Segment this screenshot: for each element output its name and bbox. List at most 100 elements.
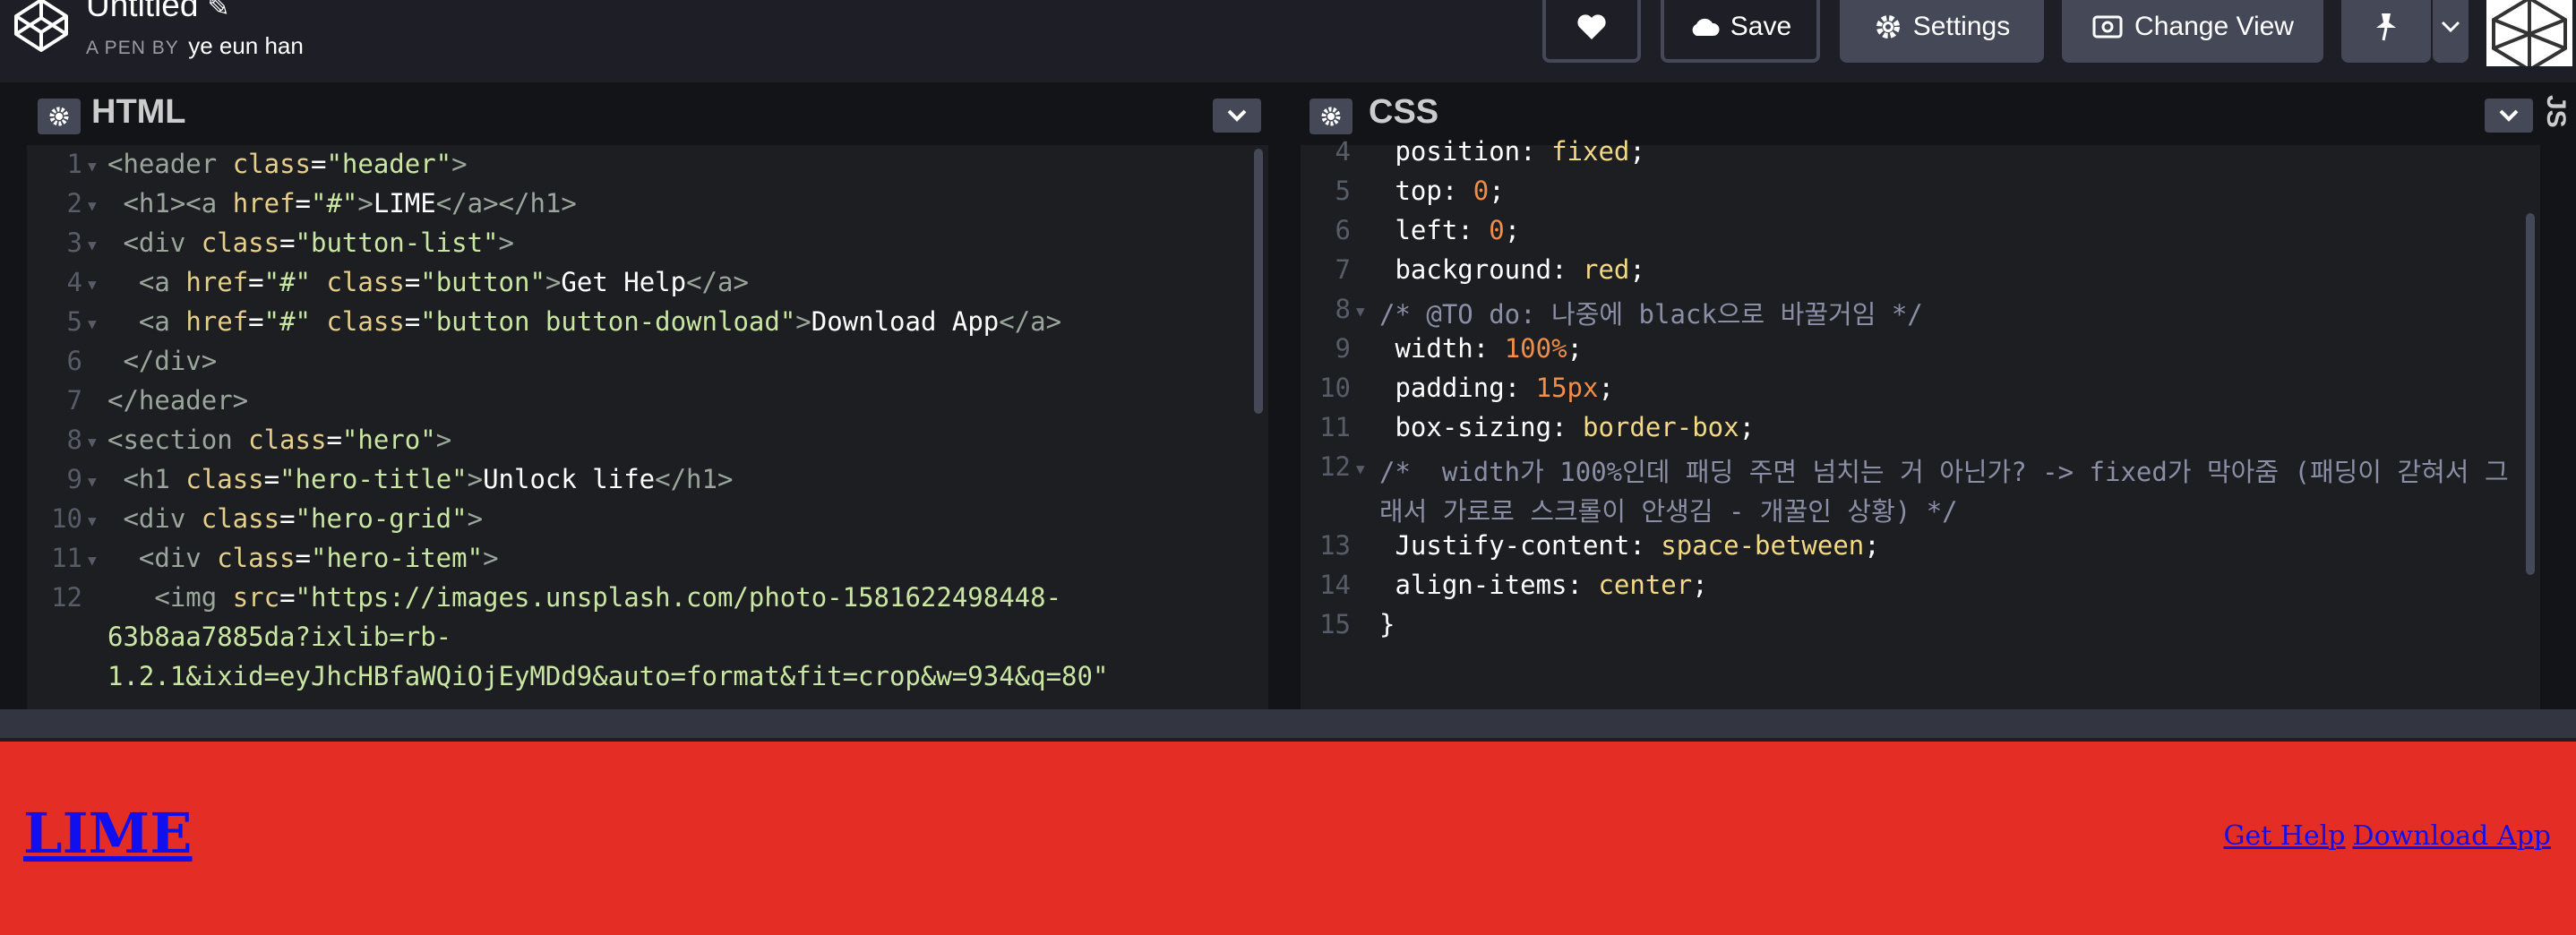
result-preview: LIME Get Help Download App <box>0 742 2576 935</box>
code-token: position <box>1379 136 1521 167</box>
fold-arrow-icon[interactable]: ▼ <box>88 236 97 253</box>
fold-arrow-icon[interactable]: ▼ <box>88 158 97 175</box>
code-token: <a <box>107 267 186 297</box>
code-token: box-sizing <box>1379 412 1552 442</box>
pen-by-label: A PEN BY <box>86 38 179 58</box>
pin-button[interactable] <box>2341 0 2431 63</box>
codepen-logo-icon[interactable] <box>13 0 70 54</box>
code-text: <div class="hero-grid"> <box>107 503 483 534</box>
html-collapse-button[interactable] <box>1213 99 1261 133</box>
resize-divider[interactable] <box>0 709 2576 742</box>
fold-arrow-icon[interactable]: ▼ <box>88 512 97 529</box>
line-number: 13 <box>1319 530 1351 561</box>
fold-arrow-icon[interactable]: ▼ <box>88 197 97 214</box>
more-menu-button[interactable] <box>2433 0 2469 63</box>
fold-arrow-icon[interactable]: ▼ <box>88 552 97 569</box>
settings-button[interactable]: Settings <box>1840 0 2044 63</box>
code-token: 래서 가로로 스크롤이 안생김 - 개꿀인 상황) */ <box>1379 496 1958 527</box>
css-editor-pane: CSS 4 position: fixed; 5 top: 0; 6 left: 0… <box>1301 82 2540 709</box>
code-token: ; <box>1629 254 1645 285</box>
preview-get-help-link[interactable]: Get Help <box>2223 820 2345 852</box>
line-number: 3 <box>66 227 82 258</box>
line-number: 8 <box>66 425 82 455</box>
code-token: ; <box>1567 333 1583 364</box>
line-number: 9 <box>1335 333 1351 364</box>
fold-arrow-icon[interactable]: ▼ <box>88 433 97 450</box>
code-token: space-between <box>1661 530 1865 561</box>
code-text: align-items: center; <box>1379 570 1708 600</box>
code-token: "header" <box>326 149 452 179</box>
fold-arrow-icon[interactable]: ▼ <box>1356 460 1365 477</box>
html-code-area[interactable]: 1 ▼ <header class="header"> 2 ▼ <h1><a href=… <box>27 147 1268 709</box>
code-token: Unlock life <box>483 464 656 494</box>
code-text: /* width가 100%인데 패딩 주면 넘치는 거 아닌가? -> fix… <box>1379 451 2509 489</box>
code-token: "#" <box>263 267 327 297</box>
html-scrollbar[interactable] <box>1254 149 1263 414</box>
avatar[interactable] <box>2486 0 2572 66</box>
code-token: > <box>357 188 374 219</box>
code-token: <header <box>107 149 233 179</box>
code-token: <div <box>107 227 202 258</box>
code-token: : <box>1629 530 1662 561</box>
code-text: Justify-content: space-between; <box>1379 530 1880 561</box>
fold-arrow-icon[interactable]: ▼ <box>1356 303 1365 320</box>
code-token: class <box>326 306 405 337</box>
code-text: background: red; <box>1379 254 1645 285</box>
js-editor-collapsed[interactable]: JS <box>2540 82 2576 709</box>
layout-icon <box>2092 15 2123 39</box>
code-token: 1.2.1&ixid=eyJhcHBfaWQiOjEyMDd9&auto=for… <box>107 661 1109 691</box>
cloud-icon <box>1692 18 1720 36</box>
code-text: padding: 15px; <box>1379 373 1614 403</box>
fold-arrow-icon[interactable]: ▼ <box>88 276 97 293</box>
code-token: class <box>201 227 280 258</box>
code-token: ; <box>1864 530 1880 561</box>
preview-brand-link[interactable]: LIME <box>23 801 192 866</box>
code-token: width <box>1379 333 1473 364</box>
save-button[interactable]: Save <box>1661 0 1820 63</box>
pen-title[interactable]: Untitled ✎ <box>86 0 230 24</box>
code-token: = <box>279 582 296 613</box>
preview-download-link[interactable]: Download App <box>2353 820 2551 852</box>
line-number: 7 <box>66 385 82 416</box>
code-text: } <box>1379 609 1395 639</box>
css-scrollbar[interactable] <box>2526 213 2535 575</box>
line-number: 2 <box>66 188 82 219</box>
code-token: ; <box>1692 570 1708 600</box>
author-name[interactable]: ye eun han <box>188 32 304 59</box>
pencil-icon[interactable]: ✎ <box>207 0 229 22</box>
code-token: : <box>1520 136 1552 167</box>
code-token: "button-list" <box>295 227 499 258</box>
code-text: </div> <box>107 346 217 376</box>
pen-title-text[interactable]: Untitled <box>86 0 198 23</box>
code-token: : <box>1473 333 1505 364</box>
code-token: = <box>295 543 311 573</box>
line-number: 8 <box>1335 294 1351 324</box>
love-button[interactable] <box>1542 0 1641 63</box>
code-token: href <box>232 188 296 219</box>
code-text: top: 0; <box>1379 176 1504 206</box>
code-token: LIME <box>373 188 436 219</box>
css-code-area[interactable]: 4 position: fixed; 5 top: 0; 6 left: 0; 7 b… <box>1301 136 2540 709</box>
code-token: "hero-title" <box>279 464 468 494</box>
change-view-button[interactable]: Change View <box>2062 0 2323 63</box>
code-text: <h1 class="hero-title">Unlock life</h1> <box>107 464 733 494</box>
css-collapse-button[interactable] <box>2485 99 2533 133</box>
code-token: ; <box>1598 373 1614 403</box>
code-token: center <box>1598 570 1693 600</box>
code-token: } <box>1379 609 1395 639</box>
css-settings-button[interactable] <box>1309 99 1352 134</box>
chevron-down-icon <box>1227 109 1247 122</box>
code-token: href <box>185 267 249 297</box>
line-number: 12 <box>1319 451 1351 482</box>
code-text: 63b8aa7885da?ixlib=rb- <box>107 622 451 652</box>
code-token: </a> <box>999 306 1062 337</box>
html-editor-pane: HTML 1 ▼ <header class="header"> 2 ▼ <h1><a … <box>27 82 1268 709</box>
settings-label: Settings <box>1912 12 2011 41</box>
code-token: ; <box>1504 215 1521 245</box>
code-token: : <box>1551 254 1583 285</box>
fold-arrow-icon[interactable]: ▼ <box>88 473 97 490</box>
fold-arrow-icon[interactable]: ▼ <box>88 315 97 332</box>
html-settings-button[interactable] <box>38 99 81 134</box>
code-token: <h1><a <box>107 188 233 219</box>
js-editor-label[interactable]: JS <box>2540 95 2571 128</box>
